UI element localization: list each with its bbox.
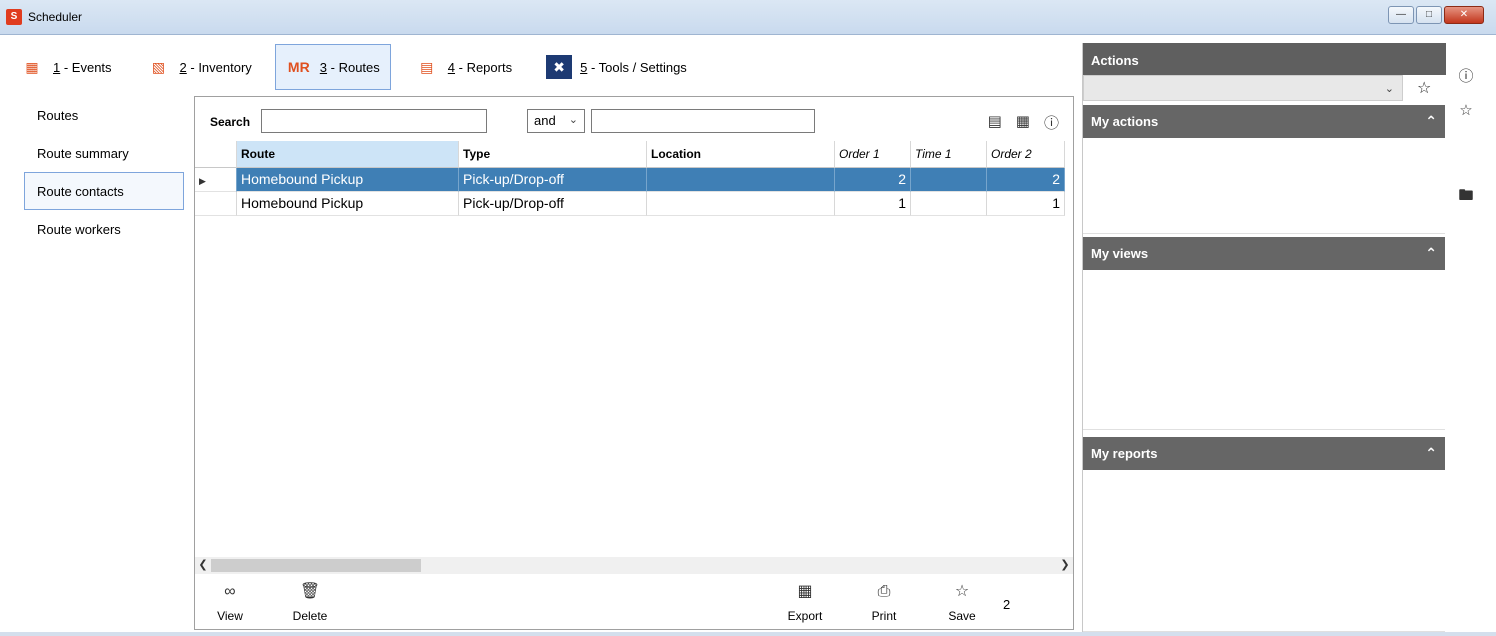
view-button[interactable]: ∞ View (205, 581, 255, 623)
events-icon: ▦ (25, 58, 39, 75)
minimize-icon[interactable]: — (1388, 6, 1414, 24)
export-button[interactable]: ▦ Export (780, 581, 830, 623)
star-icon: ☆ (954, 583, 970, 600)
grid-header-row: Route Type Location Order 1 Time 1 Order… (195, 141, 1073, 168)
window-title: Scheduler (28, 10, 83, 24)
nav-item-route-summary[interactable]: Route summary (24, 134, 184, 172)
horizontal-scrollbar[interactable]: ❮ ❯ (195, 557, 1073, 574)
table-row[interactable]: ▶ Homebound Pickup Pick-up/Drop-off 2 2 (195, 168, 1073, 192)
delete-button[interactable]: 🗑 Delete (285, 581, 335, 623)
operator-select[interactable]: and ⌄ (527, 109, 585, 133)
favorite-add-icon[interactable]: ☆ (1417, 78, 1431, 98)
close-icon[interactable]: ✕ (1444, 6, 1484, 24)
search-input-secondary[interactable] (591, 109, 815, 133)
my-reports-body (1083, 470, 1445, 632)
module-tabs: ▦ 1 - Events ▧ 2 - Inventory MR 3 - Rout… (8, 44, 710, 90)
window-bottom-border (0, 632, 1496, 636)
chevron-down-icon: ⌄ (1384, 83, 1394, 95)
layout-icon[interactable]: ▦ (1016, 112, 1030, 133)
cell-route[interactable]: Homebound Pickup (237, 168, 459, 192)
restore-icon[interactable]: □ (1416, 6, 1442, 24)
nav-item-route-workers[interactable]: Route workers (24, 210, 184, 248)
actions-title: Actions (1083, 43, 1446, 75)
folder-icon[interactable]: 🖿 (1454, 185, 1478, 210)
column-header-route[interactable]: Route (237, 141, 459, 168)
cell-time-1[interactable] (911, 168, 987, 192)
cell-order-2[interactable]: 1 (987, 192, 1065, 216)
column-header-time-1[interactable]: Time 1 (911, 141, 987, 168)
window-titlebar: S Scheduler — □ ✕ (0, 0, 1496, 35)
reports-icon: ▤ (420, 58, 434, 75)
search-bar: Search and ⌄ ▤ ▦ ⓘ (195, 97, 1073, 141)
inventory-icon: ▧ (151, 58, 166, 75)
scroll-left-icon[interactable]: ❮ (195, 557, 211, 574)
my-reports-header[interactable]: My reports ⌃ (1083, 437, 1445, 470)
cell-order-1[interactable]: 1 (835, 192, 911, 216)
tab-tools-settings[interactable]: ✖ 5 - Tools / Settings (535, 44, 698, 90)
help-icon[interactable]: ⓘ (1044, 112, 1059, 133)
cell-type[interactable]: Pick-up/Drop-off (459, 168, 647, 192)
chevron-up-icon[interactable]: ⌃ (1425, 245, 1437, 262)
nav-item-routes[interactable]: Routes (24, 96, 184, 134)
my-actions-section: My actions ⌃ (1083, 105, 1445, 234)
data-grid: Route Type Location Order 1 Time 1 Order… (195, 141, 1073, 216)
my-views-section: My views ⌃ (1083, 237, 1445, 430)
table-row[interactable]: Homebound Pickup Pick-up/Drop-off 1 1 (195, 192, 1073, 216)
print-icon: ⎙ (877, 583, 891, 600)
nav-item-route-contacts[interactable]: Route contacts (24, 172, 184, 210)
cell-type[interactable]: Pick-up/Drop-off (459, 192, 647, 216)
cell-order-1[interactable]: 2 (835, 168, 911, 192)
actions-pane: Actions ⌄ ☆ My actions ⌃ My views ⌃ My r… (1082, 43, 1446, 633)
record-count: 2 (1003, 597, 1011, 612)
tools-icon: ✖ (546, 55, 573, 79)
search-input[interactable] (261, 109, 487, 133)
grid-toolbar: ∞ View 🗑 Delete ▦ Export ⎙ Print ☆ Save … (195, 575, 1073, 630)
print-button[interactable]: ⎙ Print (859, 581, 909, 623)
column-header-order-1[interactable]: Order 1 (835, 141, 911, 168)
side-icon-strip: ⓘ ☆ 🖿 (1448, 43, 1496, 633)
chevron-down-icon: ⌄ (568, 114, 578, 126)
my-views-header[interactable]: My views ⌃ (1083, 237, 1445, 270)
column-chooser-icon[interactable]: ▤ (988, 112, 1002, 133)
app-logo-icon: S (6, 9, 22, 25)
my-actions-header[interactable]: My actions ⌃ (1083, 105, 1445, 138)
my-actions-body (1083, 138, 1445, 234)
row-pointer-icon: ▶ (199, 176, 206, 186)
column-header-type[interactable]: Type (459, 141, 647, 168)
save-button[interactable]: ☆ Save (937, 581, 987, 623)
tab-routes[interactable]: MR 3 - Routes (274, 44, 391, 90)
my-reports-section: My reports ⌃ (1083, 437, 1445, 632)
cell-order-2[interactable]: 2 (987, 168, 1065, 192)
routes-icon: MR (287, 59, 310, 75)
trash-icon: 🗑 (299, 583, 321, 600)
column-header-location[interactable]: Location (647, 141, 835, 168)
column-header-order-2[interactable]: Order 2 (987, 141, 1065, 168)
scrollbar-thumb[interactable] (211, 559, 421, 572)
help-icon[interactable]: ⓘ (1454, 65, 1478, 86)
chevron-up-icon[interactable]: ⌃ (1425, 113, 1437, 130)
grid-tools: ▤ ▦ ⓘ (988, 112, 1059, 133)
tab-reports[interactable]: ▤ 4 - Reports (403, 44, 523, 90)
operator-value: and (534, 113, 556, 128)
my-views-body (1083, 270, 1445, 430)
search-label: Search (210, 115, 251, 129)
actions-combo[interactable]: ⌄ (1083, 75, 1403, 101)
star-icon[interactable]: ☆ (1454, 101, 1478, 119)
cell-route[interactable]: Homebound Pickup (237, 192, 459, 216)
cell-time-1[interactable] (911, 192, 987, 216)
scroll-right-icon[interactable]: ❯ (1057, 557, 1073, 574)
excel-icon: ▦ (797, 583, 813, 600)
tab-inventory[interactable]: ▧ 2 - Inventory (135, 44, 263, 90)
row-indicator-header (195, 141, 237, 168)
cell-location[interactable] (647, 168, 835, 192)
chevron-up-icon[interactable]: ⌃ (1425, 445, 1437, 462)
left-nav: Routes Route summary Route contacts Rout… (24, 96, 184, 248)
grid-panel: Search and ⌄ ▤ ▦ ⓘ Route Type Location O… (194, 96, 1074, 630)
cell-location[interactable] (647, 192, 835, 216)
tab-events[interactable]: ▦ 1 - Events (8, 44, 123, 90)
window-controls: — □ ✕ (1388, 6, 1484, 24)
glasses-icon: ∞ (224, 583, 236, 600)
